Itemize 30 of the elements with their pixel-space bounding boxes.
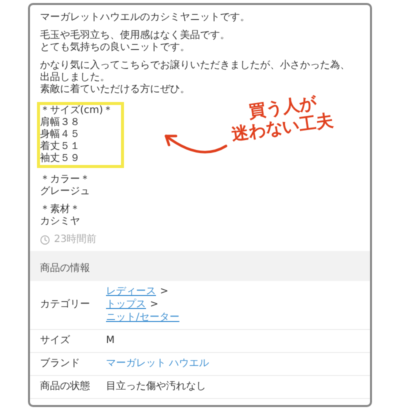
separator: > [160, 286, 168, 298]
brand-link[interactable]: マーガレット ハウエル [106, 358, 210, 370]
info-value: 目立った傷や汚れなし [106, 381, 206, 393]
category-link[interactable]: ニット/セーター [106, 312, 180, 324]
description-text: ＊素材＊ [40, 204, 81, 216]
separator: > [150, 299, 158, 311]
timestamp: 23時間前 [54, 234, 97, 246]
description-text: 出品しました。 [40, 72, 111, 84]
category-link[interactable]: レディース [106, 286, 156, 298]
description-text: とても気持ちの良いニットです。 [40, 42, 191, 54]
description-text: マーガレットハウエルのカシミヤニットです。 [40, 12, 251, 24]
description-text: 身幅４５ [40, 129, 81, 140]
description-text: グレージュ [40, 186, 91, 198]
description-text: 肩幅３８ [40, 117, 81, 129]
info-label: 商品の状態 [40, 381, 91, 393]
clock-icon [40, 235, 50, 245]
info-label: サイズ [40, 335, 71, 347]
info-label: ブランド [40, 358, 81, 370]
description-text: 着丈５１ [40, 141, 81, 152]
description-text: かなり気に入ってこちらでお譲りいただきましたが、小さかった為、 [40, 60, 351, 72]
description-text: 素敵に着ていただける方にぜひ。 [40, 84, 191, 96]
description-text: 毛玉や毛羽立ち、使用感はなく美品です。 [40, 30, 231, 42]
category-link[interactable]: トップス [106, 299, 146, 311]
info-value: M [106, 335, 115, 347]
description-text: 袖丈５９ [40, 153, 81, 165]
info-label: カテゴリー [40, 299, 91, 311]
description-text: カシミヤ [40, 216, 81, 228]
description-text: ＊カラー＊ [40, 174, 91, 186]
section-header: 商品の情報 [30, 251, 370, 281]
description-text: ＊サイズ(cm)＊ [40, 105, 114, 116]
